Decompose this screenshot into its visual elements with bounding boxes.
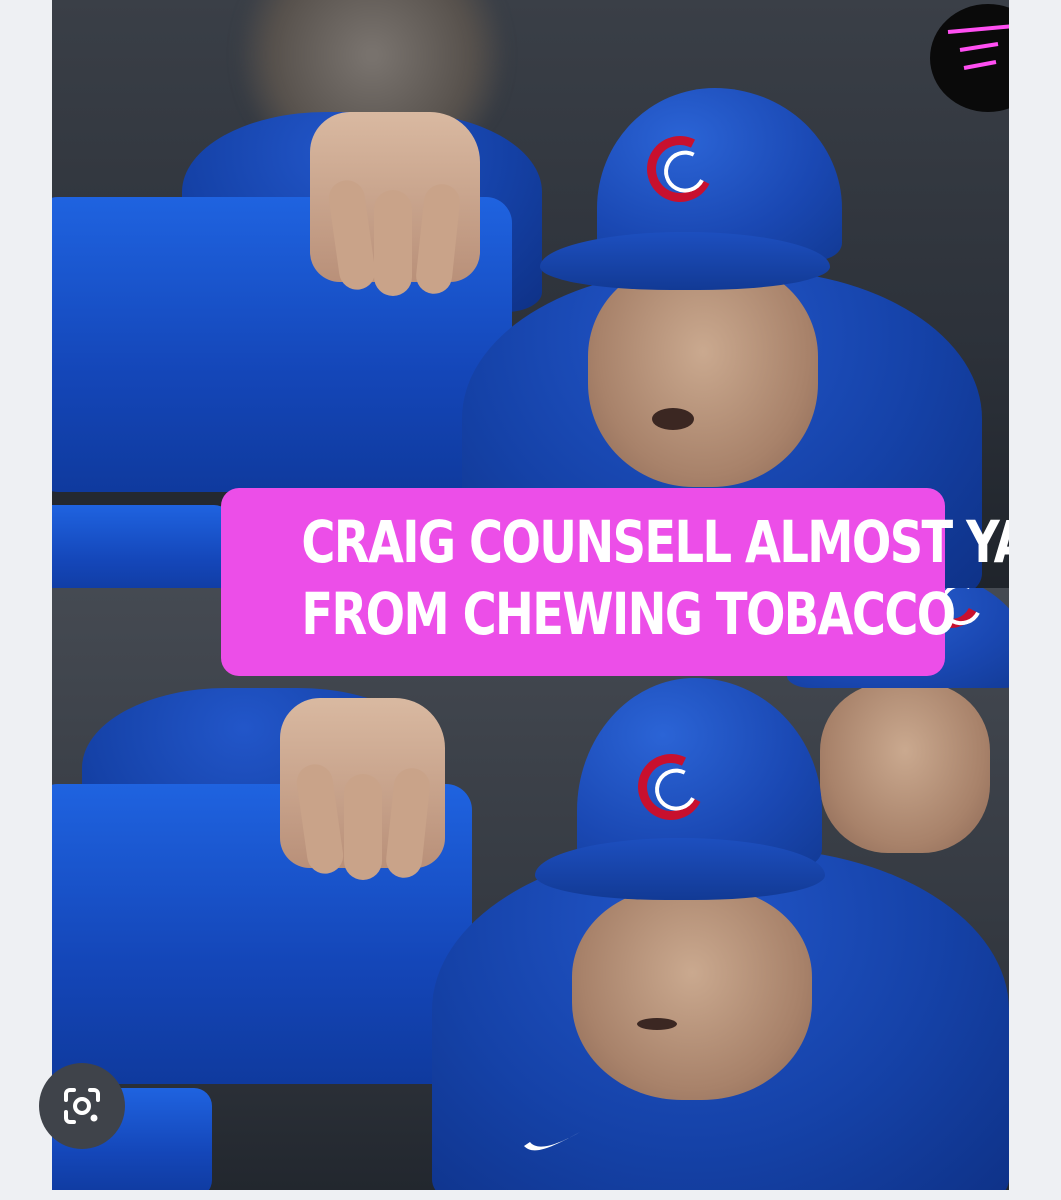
player-face [588,262,818,487]
caption-line-1: CRAIG COUNSELL ALMOST YACKS [301,508,1009,576]
google-lens-icon [64,1088,100,1124]
magenta-ga-mark-icon [930,4,1009,112]
finger [344,774,382,880]
post-image[interactable]: CRAIG COUNSELL ALMOST YACKS FROM CHEWING… [52,0,1009,1190]
finger [374,190,412,296]
google-lens-button[interactable] [39,1063,125,1149]
background-player-face [820,683,990,853]
open-mouth [652,408,694,430]
nike-swoosh-icon [524,1132,580,1151]
bottom-photo-panel [52,588,1009,1190]
caption-banner: CRAIG COUNSELL ALMOST YACKS FROM CHEWING… [221,488,1009,676]
mouth [637,1018,677,1030]
player-face [572,888,812,1100]
caption-line-2: FROM CHEWING TOBACCO [301,580,956,648]
image-viewer: CRAIG COUNSELL ALMOST YACKS FROM CHEWING… [0,0,1061,1200]
dugout-padding-lower [52,505,232,588]
